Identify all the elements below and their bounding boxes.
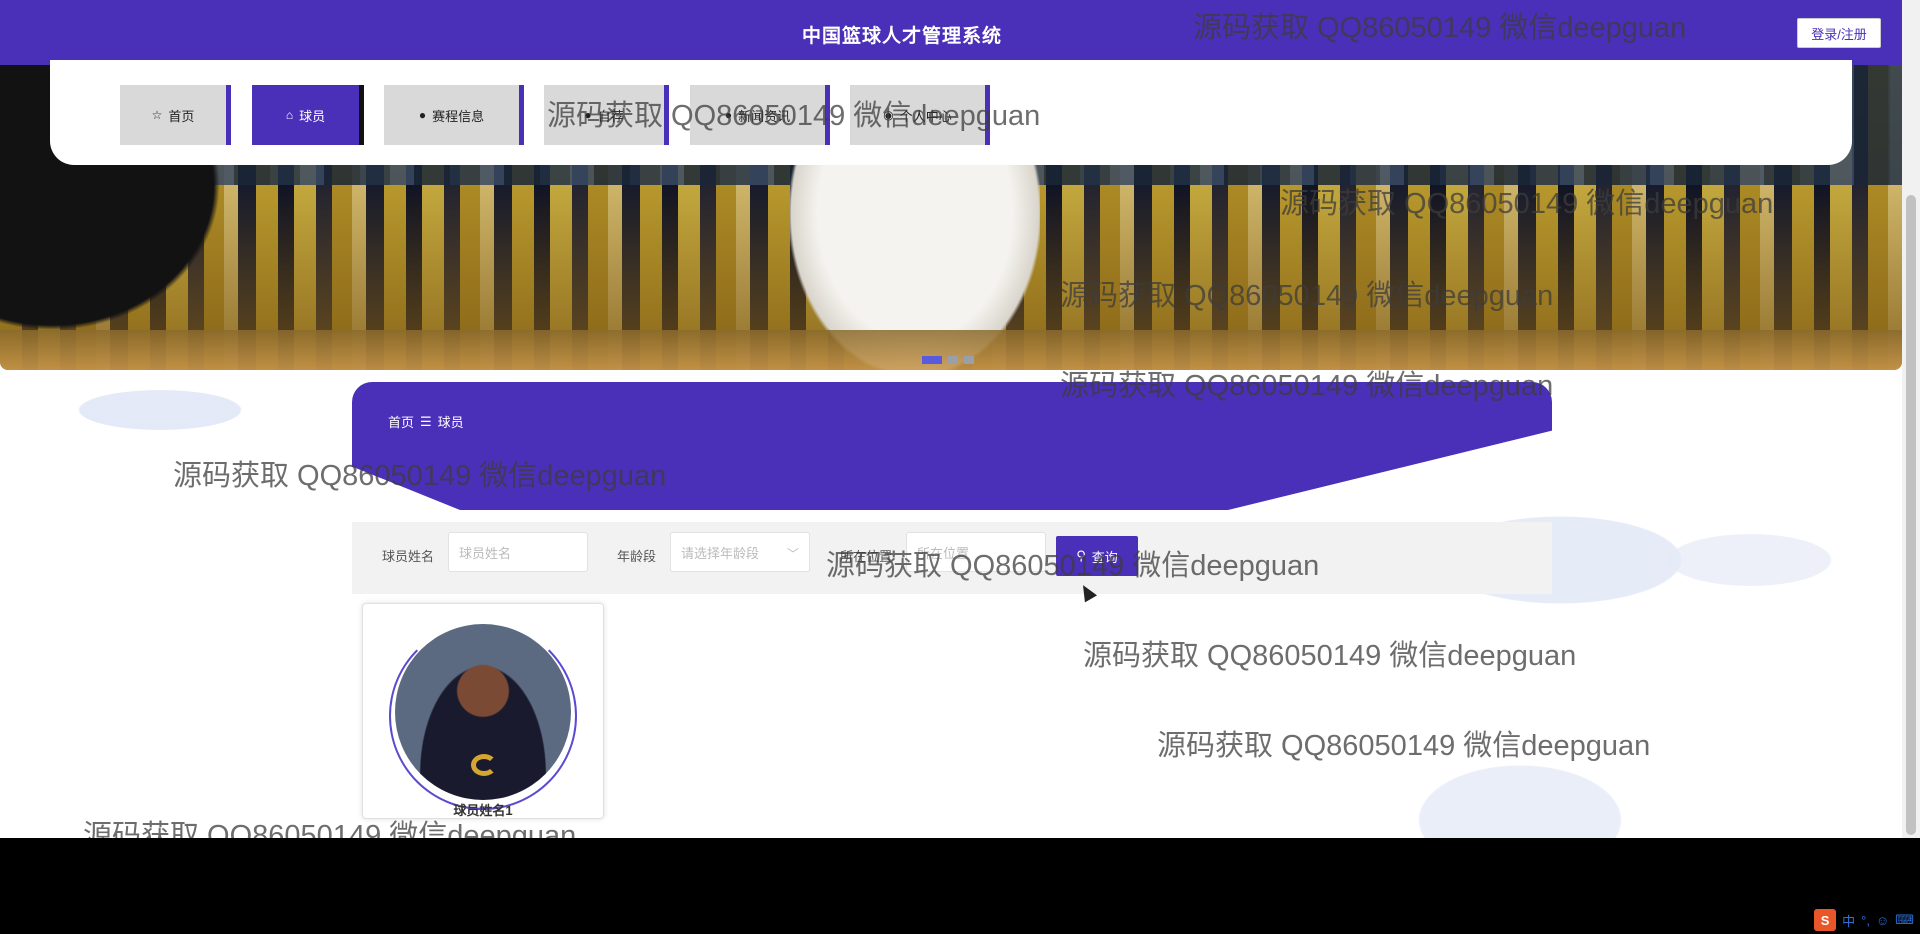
sogou-ime-icon[interactable]: S xyxy=(1814,909,1837,931)
nav-item-label: 球员 xyxy=(299,108,326,124)
age-range-placeholder: 请选择年龄段 xyxy=(681,545,760,561)
nav-item-news[interactable]: ● 新闻资讯 xyxy=(690,85,830,145)
carousel-dots xyxy=(922,356,974,364)
breadcrumb-current: 球员 xyxy=(437,415,464,430)
nav-item-label: 首页 xyxy=(168,108,195,124)
emoji-icon[interactable]: ☺ xyxy=(1876,913,1889,928)
nav-item-label: 新闻资讯 xyxy=(738,108,791,124)
player-name-input[interactable]: 球员姓名 xyxy=(448,532,588,572)
position-placeholder: 所在位置 xyxy=(917,545,970,561)
banner-floor xyxy=(0,330,1902,370)
info-icon: ● xyxy=(584,108,592,122)
search-icon: ⚲ xyxy=(1076,548,1086,563)
nav-item-players[interactable]: ⌂ 球员 xyxy=(252,85,364,145)
scrollbar-thumb[interactable] xyxy=(1906,195,1916,835)
info-icon: ● xyxy=(724,108,733,122)
carousel-dot-3[interactable] xyxy=(964,356,974,364)
info-icon: ● xyxy=(418,108,427,122)
nav-item-home[interactable]: ☆ 首页 xyxy=(120,85,231,145)
ime-punctuation-indicator[interactable]: °, xyxy=(1861,913,1870,928)
watermark: 源码获取 QQ86050149 微信deepguan xyxy=(1083,640,1577,672)
position-label: 所在位置 xyxy=(840,549,893,564)
user-icon: ◉ xyxy=(883,108,894,122)
age-range-select[interactable]: 请选择年龄段 ﹀ xyxy=(670,532,810,572)
search-button-label: 查询 xyxy=(1091,549,1118,565)
carousel-dot-2[interactable] xyxy=(948,356,958,364)
taskbar-tray: S 中 °, ☺ ⌨ xyxy=(1814,908,1920,932)
nav-item-self-recommend[interactable]: ● 自荐 xyxy=(544,85,669,145)
keyboard-icon[interactable]: ⌨ xyxy=(1895,912,1914,928)
carousel-dot-1[interactable] xyxy=(922,356,942,364)
vertical-scrollbar[interactable] xyxy=(1902,0,1920,838)
nav-item-profile[interactable]: ◉ 个人中心 xyxy=(850,85,990,145)
age-range-label: 年龄段 xyxy=(617,549,657,564)
nav-item-label: 自荐 xyxy=(597,108,624,124)
nav-item-schedule[interactable]: ● 赛程信息 xyxy=(384,85,524,145)
nav-item-label: 赛程信息 xyxy=(432,108,485,124)
player-name-label: 球员姓名 xyxy=(382,549,435,564)
browser-viewport: 中国篮球人才管理系统 登录/注册 ☆ 首页 ⌂ 球员 ● 赛程信息 ● 自荐 ●… xyxy=(0,0,1902,838)
breadcrumb: 首页 ☰ 球员 xyxy=(388,412,464,431)
site-title: 中国篮球人才管理系统 xyxy=(801,26,1002,47)
search-button[interactable]: ⚲ 查询 xyxy=(1056,536,1138,576)
player-name: 球员姓名1 xyxy=(453,803,513,818)
login-register-button[interactable]: 登录/注册 xyxy=(1797,18,1881,48)
player-name-placeholder: 球员姓名 xyxy=(459,545,512,561)
top-header: 中国篮球人才管理系统 登录/注册 xyxy=(0,0,1902,65)
breadcrumb-home[interactable]: 首页 xyxy=(388,412,414,431)
chevron-down-icon: ﹀ xyxy=(786,547,799,561)
ime-language-indicator[interactable]: 中 xyxy=(1842,911,1855,930)
search-bar: 球员姓名 球员姓名 年龄段 请选择年龄段 ﹀ 所在位置 所在位置 ⚲ 查询 xyxy=(352,522,1552,594)
bag-icon: ⌂ xyxy=(285,108,294,122)
breadcrumb-band xyxy=(352,382,1552,510)
breadcrumb-separator: ☰ xyxy=(420,413,432,429)
star-icon: ☆ xyxy=(151,108,163,122)
watermark: 源码获取 QQ86050149 微信deepguan xyxy=(1157,730,1651,762)
position-input[interactable]: 所在位置 xyxy=(906,532,1046,572)
nav-item-label: 个人中心 xyxy=(899,108,952,124)
player-card[interactable]: 球员姓名1 xyxy=(362,603,604,819)
team-logo-icon xyxy=(471,754,497,776)
